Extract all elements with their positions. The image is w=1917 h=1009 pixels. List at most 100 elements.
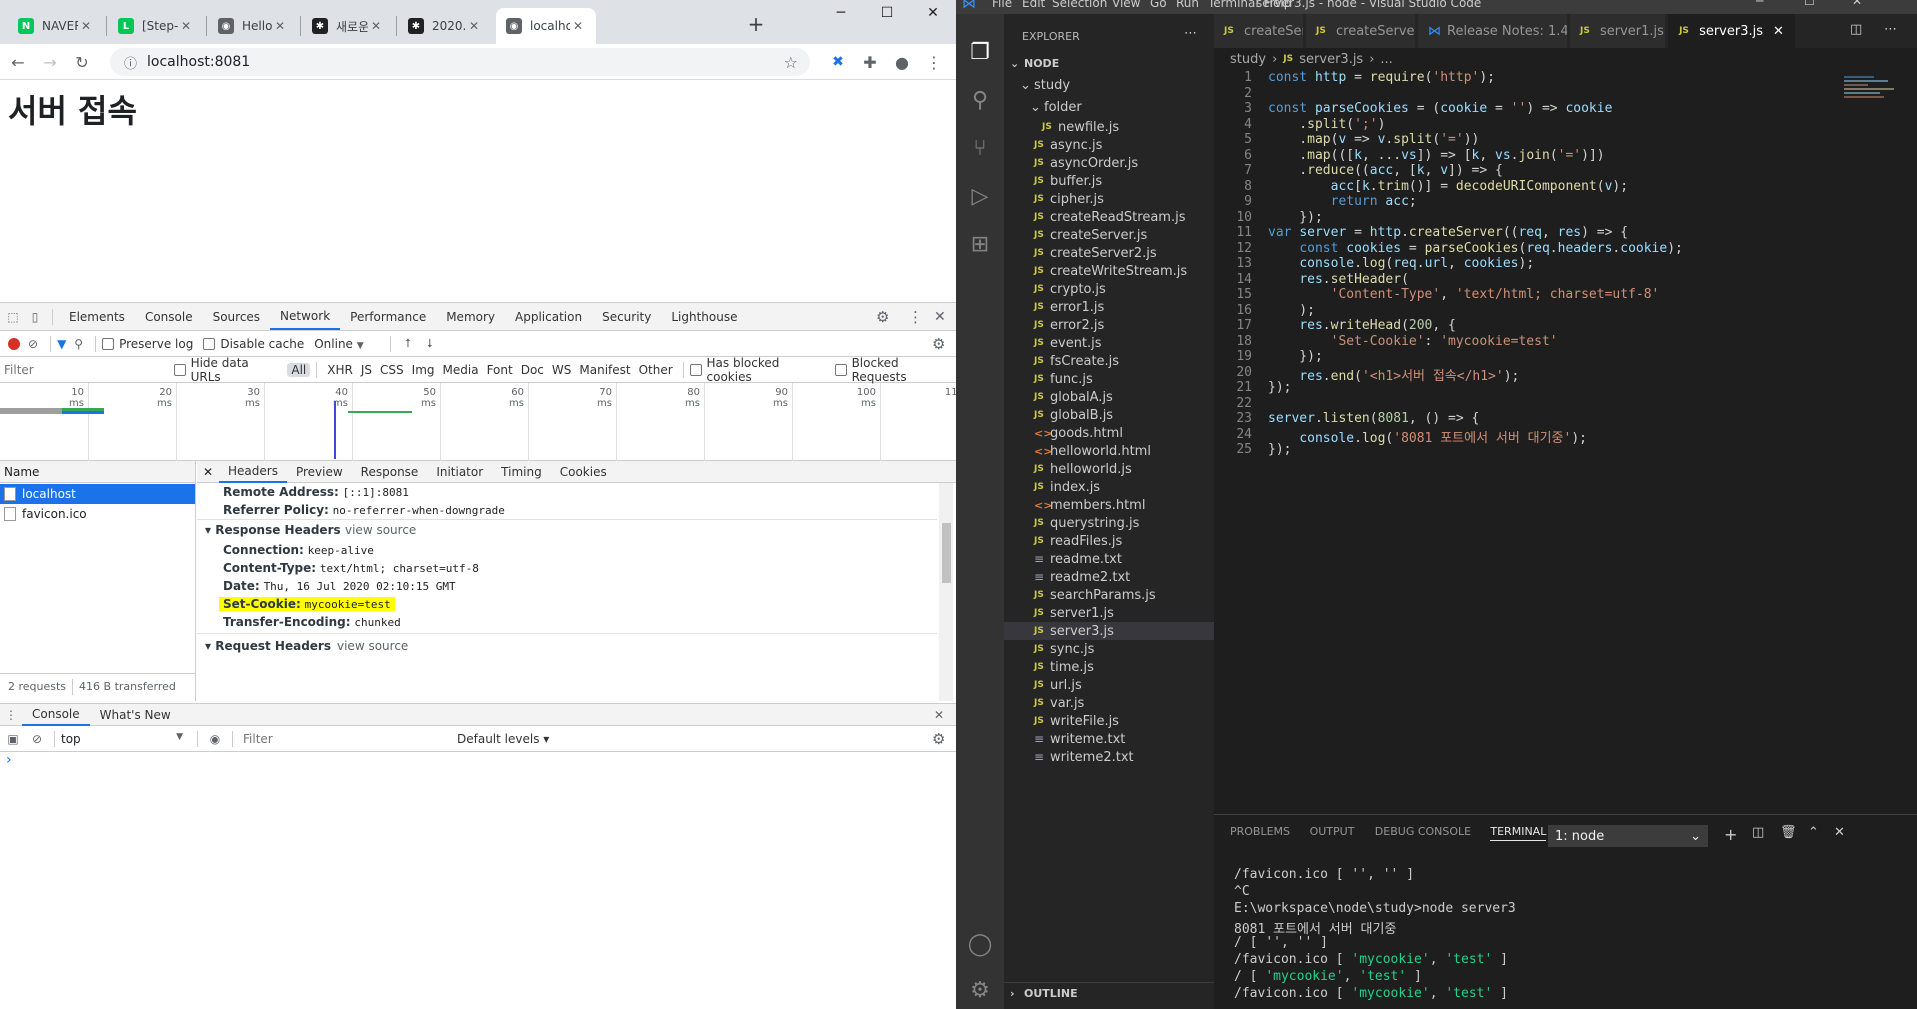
devtools-tab-elements[interactable]: Elements xyxy=(59,304,135,330)
tree-file[interactable]: ≡ writeme2.txt xyxy=(1004,748,1214,766)
close-tab-icon[interactable]: ✕ xyxy=(368,19,384,33)
drawer-close-icon[interactable]: ✕ xyxy=(934,708,944,722)
extension-icon[interactable]: ✖ xyxy=(826,50,850,74)
device-toggle-icon[interactable]: ▯ xyxy=(24,310,46,324)
new-terminal-icon[interactable]: + xyxy=(1724,825,1737,844)
tree-file[interactable]: JS error2.js xyxy=(1004,316,1214,334)
search-icon[interactable]: ⚲ xyxy=(74,337,83,351)
devtools-tab-memory[interactable]: Memory xyxy=(436,304,505,330)
minimap[interactable] xyxy=(1844,74,1904,114)
tree-file[interactable]: JS cipher.js xyxy=(1004,190,1214,208)
filter-type-xhr[interactable]: XHR xyxy=(323,363,357,377)
maximize-panel-icon[interactable]: ⌃ xyxy=(1808,825,1819,840)
info-icon[interactable]: ⓘ xyxy=(124,53,137,72)
network-overview-timeline[interactable]: 10 ms 20 ms 30 ms 40 ms 50 ms 60 ms 70 ms 80 ms… xyxy=(0,383,956,461)
network-settings-icon[interactable]: ⚙ xyxy=(932,335,945,353)
search-icon[interactable]: ⚲ xyxy=(956,76,1004,124)
drawer-tab-whats-new[interactable]: What's New xyxy=(90,704,181,726)
close-tab-icon[interactable]: ✕ xyxy=(178,19,194,33)
clear-icon[interactable]: ⊘ xyxy=(28,337,38,351)
tree-file[interactable]: JS globalA.js xyxy=(1004,388,1214,406)
throttle-select[interactable]: Online ▼ xyxy=(314,337,384,351)
menu-view[interactable]: View xyxy=(1112,0,1140,10)
split-terminal-icon[interactable]: ◫ xyxy=(1752,825,1764,840)
close-tab-icon[interactable]: ✕ xyxy=(1773,24,1784,39)
panel-tab-debug-console[interactable]: DEBUG CONSOLE xyxy=(1375,825,1471,838)
menu-selection[interactable]: Selection xyxy=(1052,0,1107,10)
tree-file[interactable]: JS url.js xyxy=(1004,676,1214,694)
log-levels-select[interactable]: Default levels ▾ xyxy=(457,732,549,746)
terminal-select[interactable]: 1: node ⌄ xyxy=(1548,825,1708,847)
close-tab-icon[interactable]: ✕ xyxy=(466,19,482,33)
detail-tab-cookies[interactable]: Cookies xyxy=(551,461,616,483)
devtools-close-icon[interactable]: ✕ xyxy=(934,309,946,325)
source-control-icon[interactable]: ⑂ xyxy=(956,124,1004,172)
tree-file[interactable]: JS querystring.js xyxy=(1004,514,1214,532)
console-clear-icon[interactable]: ⊘ xyxy=(26,732,48,746)
request-view-source-link[interactable]: view source xyxy=(337,639,408,653)
tree-file[interactable]: JS createWriteStream.js xyxy=(1004,262,1214,280)
disable-cache-checkbox[interactable] xyxy=(203,337,216,350)
tree-file[interactable]: <> helloworld.html xyxy=(1004,442,1214,460)
tree-file[interactable]: JS func.js xyxy=(1004,370,1214,388)
filter-type-css[interactable]: CSS xyxy=(376,363,408,377)
live-expression-icon[interactable]: ◉ xyxy=(204,732,226,746)
account-icon[interactable]: ◯ xyxy=(956,920,1004,968)
tree-file[interactable]: JS error1.js xyxy=(1004,298,1214,316)
devtools-tab-sources[interactable]: Sources xyxy=(203,304,270,330)
filter-icon[interactable]: ▼ xyxy=(57,337,66,351)
tree-file[interactable]: <> goods.html xyxy=(1004,424,1214,442)
context-select[interactable]: top ▼ xyxy=(61,732,191,746)
outline-section[interactable]: › OUTLINE xyxy=(1004,982,1214,1004)
tree-file[interactable]: JS event.js xyxy=(1004,334,1214,352)
record-icon[interactable] xyxy=(8,337,20,350)
minimize-button[interactable]: ─ xyxy=(818,0,864,26)
preserve-log-checkbox[interactable] xyxy=(102,337,115,350)
tree-file[interactable]: JS writeFile.js xyxy=(1004,712,1214,730)
inspect-icon[interactable]: ⬚ xyxy=(2,310,24,324)
tree-file[interactable]: JS crypto.js xyxy=(1004,280,1214,298)
browser-tab[interactable]: N NAVER✕ xyxy=(8,8,104,44)
editor-tab[interactable]: JS server3.js ✕ xyxy=(1668,14,1796,48)
explorer-icon[interactable]: ❐ xyxy=(956,28,1004,76)
export-har-icon[interactable]: ⭣ xyxy=(427,336,433,351)
filter-type-media[interactable]: Media xyxy=(439,363,483,377)
run-debug-icon[interactable]: ▷ xyxy=(956,172,1004,220)
filter-type-ws[interactable]: WS xyxy=(548,363,575,377)
blocked-requests-checkbox[interactable] xyxy=(834,363,847,376)
maximize-button[interactable]: ☐ xyxy=(864,0,910,26)
request-headers-heading[interactable]: ▾ Request Headers xyxy=(205,639,331,653)
close-tab-icon[interactable]: ✕ xyxy=(78,19,94,33)
filter-type-img[interactable]: Img xyxy=(408,363,439,377)
tree-file[interactable]: JS time.js xyxy=(1004,658,1214,676)
tree-file[interactable]: <> members.html xyxy=(1004,496,1214,514)
console-settings-icon[interactable]: ⚙ xyxy=(932,730,945,748)
detail-tab-preview[interactable]: Preview xyxy=(287,461,352,483)
filter-type-doc[interactable]: Doc xyxy=(517,363,548,377)
tree-file[interactable]: JS server3.js xyxy=(1004,622,1214,640)
manage-gear-icon[interactable]: ⚙ xyxy=(956,966,1004,1009)
breadcrumb-file[interactable]: server3.js xyxy=(1299,52,1363,67)
breadcrumb-symbol[interactable]: ... xyxy=(1380,52,1392,67)
request-row-localhost[interactable]: localhost xyxy=(0,484,195,504)
tree-file[interactable]: JS server1.js xyxy=(1004,604,1214,622)
devtools-settings-icon[interactable]: ⚙ xyxy=(876,308,889,326)
tree-file[interactable]: JS createServer2.js xyxy=(1004,244,1214,262)
response-view-source-link[interactable]: view source xyxy=(345,523,416,537)
editor-tab[interactable]: JS server1.js xyxy=(1570,14,1666,48)
name-column-header[interactable]: Name xyxy=(0,461,195,483)
close-window-button[interactable]: ✕ xyxy=(910,0,956,26)
editor-tab[interactable]: JS createServer.js xyxy=(1214,14,1304,48)
forward-icon[interactable]: → xyxy=(38,50,62,74)
detail-tab-initiator[interactable]: Initiator xyxy=(427,461,492,483)
vscode-minimize-button[interactable]: ─ xyxy=(1756,0,1763,8)
split-editor-icon[interactable]: ◫ xyxy=(1850,22,1862,37)
reload-icon[interactable]: ↻ xyxy=(70,50,94,74)
extensions-icon[interactable]: ⊞ xyxy=(956,220,1004,268)
editor-tab[interactable]: ⋈ Release Notes: 1.47.1 xyxy=(1418,14,1568,48)
kill-terminal-icon[interactable]: 🗑 xyxy=(1780,825,1797,840)
tree-file[interactable]: JS asyncOrder.js xyxy=(1004,154,1214,172)
tree-root-node[interactable]: ⌄ NODE xyxy=(1004,52,1214,74)
tree-file[interactable]: JS fsCreate.js xyxy=(1004,352,1214,370)
menu-kebab-icon[interactable]: ⋮ xyxy=(922,50,946,74)
